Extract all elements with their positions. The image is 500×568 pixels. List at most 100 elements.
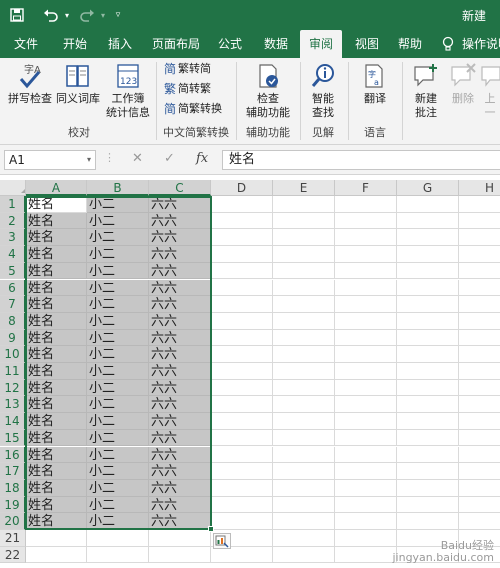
- grid-cell[interactable]: 小二: [87, 463, 149, 480]
- grid-cell[interactable]: [335, 463, 397, 480]
- grid-cell[interactable]: [397, 513, 459, 530]
- grid-cell[interactable]: 姓名: [26, 446, 87, 464]
- grid-cell[interactable]: [335, 363, 397, 380]
- insert-function-button[interactable]: fx: [196, 151, 208, 166]
- row-header[interactable]: 5: [0, 262, 26, 280]
- grid-cell[interactable]: [149, 530, 211, 547]
- grid-cell[interactable]: [273, 196, 335, 213]
- grid-cell[interactable]: [397, 312, 459, 330]
- grid-cell[interactable]: [335, 229, 397, 247]
- row-header[interactable]: 21: [0, 530, 26, 547]
- tab-formulas[interactable]: 公式: [212, 30, 248, 58]
- row-header[interactable]: 13: [0, 396, 26, 414]
- grid-cell[interactable]: [459, 330, 500, 347]
- grid-cell[interactable]: [335, 396, 397, 414]
- workbook-statistics-button[interactable]: 123 工作簿 统计信息: [104, 62, 152, 120]
- name-box-dropdown-icon[interactable]: ▾: [87, 151, 91, 169]
- grid-cell[interactable]: [211, 346, 273, 363]
- grid-cell[interactable]: 小二: [87, 246, 149, 263]
- grid-cell[interactable]: [273, 396, 335, 414]
- grid-cell[interactable]: [397, 463, 459, 480]
- grid-cell[interactable]: 六六: [149, 396, 211, 414]
- grid-cell[interactable]: [211, 212, 273, 230]
- grid-cell[interactable]: [211, 413, 273, 430]
- redo-dropdown-icon[interactable]: ▾: [99, 6, 107, 24]
- select-all-corner[interactable]: [0, 180, 26, 196]
- grid-cell[interactable]: [273, 513, 335, 530]
- grid-cell[interactable]: [459, 296, 500, 313]
- grid-cell[interactable]: 六六: [149, 196, 211, 213]
- grid-cell[interactable]: [335, 546, 397, 564]
- tab-file[interactable]: 文件: [6, 30, 46, 58]
- grid-cell[interactable]: [273, 530, 335, 547]
- grid-cell[interactable]: 六六: [149, 463, 211, 480]
- grid-cell[interactable]: 姓名: [26, 496, 87, 514]
- grid-cell[interactable]: [397, 329, 459, 347]
- tab-page-layout[interactable]: 页面布局: [148, 30, 204, 58]
- tell-me-search[interactable]: 操作说明: [462, 30, 500, 58]
- grid-cell[interactable]: [397, 413, 459, 430]
- active-cell[interactable]: 姓名: [26, 196, 87, 213]
- grid-cell[interactable]: [211, 479, 273, 497]
- grid-cell[interactable]: 六六: [149, 279, 211, 297]
- grid-cell[interactable]: [211, 196, 273, 213]
- row-header[interactable]: 3: [0, 229, 26, 247]
- grid-cell[interactable]: [459, 463, 500, 480]
- grid-cell[interactable]: 六六: [149, 413, 211, 430]
- grid-cell[interactable]: [335, 479, 397, 497]
- grid-cell[interactable]: 姓名: [26, 513, 87, 530]
- column-header-e[interactable]: E: [273, 180, 335, 196]
- grid-cell[interactable]: [26, 546, 87, 564]
- smart-lookup-button[interactable]: 智能 查找: [302, 62, 344, 120]
- grid-cell[interactable]: 小二: [87, 346, 149, 363]
- grid-cell[interactable]: 小二: [87, 262, 149, 280]
- grid-cell[interactable]: [87, 530, 149, 547]
- column-header-g[interactable]: G: [397, 180, 459, 196]
- row-header[interactable]: 19: [0, 496, 26, 514]
- grid-cell[interactable]: [397, 212, 459, 230]
- grid-cell[interactable]: [273, 312, 335, 330]
- lightbulb-icon[interactable]: [440, 30, 456, 58]
- grid-cell[interactable]: [211, 463, 273, 480]
- grid-cell[interactable]: 小二: [87, 379, 149, 397]
- grid-cell[interactable]: 姓名: [26, 229, 87, 247]
- row-header[interactable]: 20: [0, 513, 26, 530]
- name-box[interactable]: A1 ▾: [4, 150, 96, 170]
- cancel-formula-button[interactable]: ✕: [132, 151, 143, 166]
- grid-cell[interactable]: [335, 279, 397, 297]
- grid-cell[interactable]: [459, 280, 500, 297]
- grid-cell[interactable]: [335, 446, 397, 464]
- grid-cell[interactable]: [459, 480, 500, 497]
- grid-cell[interactable]: 小二: [87, 496, 149, 514]
- grid-cell[interactable]: 姓名: [26, 363, 87, 380]
- grid-cell[interactable]: [273, 229, 335, 247]
- grid-cell[interactable]: [335, 329, 397, 347]
- grid-cell[interactable]: [211, 496, 273, 514]
- row-header[interactable]: 14: [0, 413, 26, 430]
- grid-cell[interactable]: 姓名: [26, 479, 87, 497]
- grid-cell[interactable]: [273, 296, 335, 313]
- grid-cell[interactable]: [459, 396, 500, 414]
- worksheet-grid[interactable]: ABCDEFGH 1 姓名 小二 六六 2 姓名 小二 六六 3 姓名 小二 六六 4 姓名 小二 六六 5 姓名…: [0, 180, 500, 568]
- formula-input[interactable]: 姓名: [222, 150, 500, 170]
- grid-cell[interactable]: [211, 363, 273, 380]
- grid-cell[interactable]: 六六: [149, 479, 211, 497]
- grid-cell[interactable]: [459, 380, 500, 397]
- grid-cell[interactable]: [273, 446, 335, 464]
- tab-help[interactable]: 帮助: [392, 30, 428, 58]
- grid-cell[interactable]: 小二: [87, 363, 149, 380]
- grid-cell[interactable]: [335, 379, 397, 397]
- grid-cell[interactable]: [211, 396, 273, 414]
- trad-to-simp-button[interactable]: 简繁转简: [164, 60, 211, 78]
- row-header[interactable]: 22: [0, 546, 26, 564]
- grid-cell[interactable]: [335, 246, 397, 263]
- undo-dropdown-icon[interactable]: ▾: [63, 6, 71, 24]
- grid-cell[interactable]: [273, 329, 335, 347]
- grid-cell[interactable]: [397, 246, 459, 263]
- undo-icon[interactable]: [40, 6, 62, 24]
- grid-cell[interactable]: 小二: [87, 446, 149, 464]
- grid-cell[interactable]: 姓名: [26, 262, 87, 280]
- grid-cell[interactable]: [273, 413, 335, 430]
- grid-cell[interactable]: [273, 363, 335, 380]
- translate-button[interactable]: 字a 翻译: [354, 62, 396, 106]
